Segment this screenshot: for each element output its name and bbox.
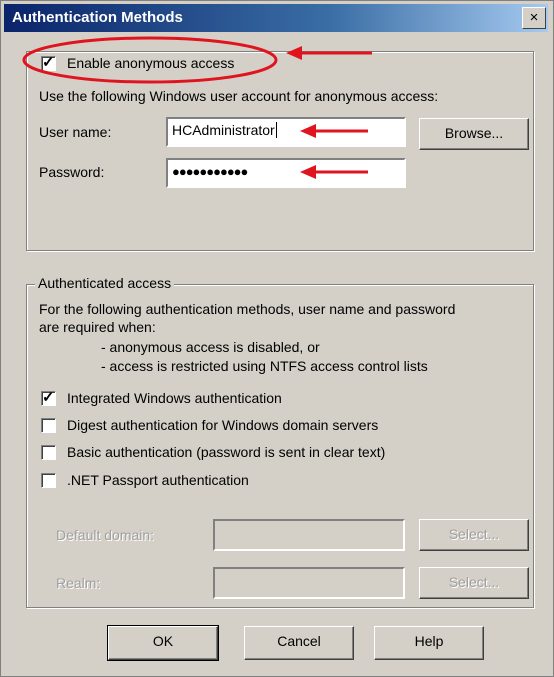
- default-domain-input: [213, 519, 405, 551]
- ok-button[interactable]: OK: [107, 625, 219, 661]
- basic-auth-checkbox[interactable]: [41, 445, 56, 460]
- anonymous-access-group: [26, 51, 534, 251]
- integrated-windows-auth-label: Integrated Windows authentication: [67, 390, 282, 406]
- password-value: ●●●●●●●●●●●: [172, 164, 248, 179]
- net-passport-auth-option[interactable]: .NET Passport authentication: [41, 471, 361, 491]
- realm-input: [213, 567, 405, 599]
- browse-button[interactable]: Browse...: [419, 118, 529, 150]
- authentication-methods-dialog: Authentication Methods × ✓ Enable anonym…: [0, 0, 554, 677]
- text-cursor: ​: [275, 122, 277, 138]
- select-button-label: Select...: [448, 574, 500, 590]
- password-label: Password:: [39, 164, 105, 180]
- browse-button-label: Browse...: [444, 125, 504, 141]
- authenticated-bullet-2: - access is restricted using NTFS access…: [101, 358, 428, 374]
- authenticated-bullet-1: - anonymous access is disabled, or: [101, 339, 320, 355]
- help-button[interactable]: Help: [374, 626, 484, 660]
- username-label: User name:: [39, 124, 112, 140]
- username-input[interactable]: HCAdministrator​: [166, 117, 406, 147]
- username-value: HCAdministrator: [172, 122, 275, 138]
- enable-anonymous-access[interactable]: ✓ Enable anonymous access: [39, 53, 234, 75]
- basic-auth-label: Basic authentication (password is sent i…: [67, 444, 386, 460]
- help-button-label: Help: [414, 633, 444, 649]
- cancel-button[interactable]: Cancel: [244, 626, 354, 660]
- net-passport-auth-checkbox[interactable]: [41, 473, 56, 488]
- authenticated-description-line1: For the following authentication methods…: [39, 301, 456, 317]
- authenticated-description-line2: are required when:: [39, 319, 156, 335]
- realm-select-button: Select...: [419, 567, 529, 599]
- basic-auth-option[interactable]: Basic authentication (password is sent i…: [41, 443, 461, 463]
- ok-button-label: OK: [152, 633, 174, 649]
- enable-anonymous-label: Enable anonymous access: [67, 55, 235, 71]
- close-button[interactable]: ×: [522, 7, 546, 29]
- realm-label: Realm:: [56, 575, 101, 591]
- enable-anonymous-checkbox[interactable]: ✓: [41, 54, 56, 71]
- default-domain-select-button: Select...: [419, 519, 529, 551]
- integrated-windows-auth-checkbox[interactable]: ✓: [41, 389, 56, 406]
- select-button-label: Select...: [448, 526, 500, 542]
- integrated-windows-auth-option[interactable]: ✓ Integrated Windows authentication: [41, 389, 361, 409]
- window-title: Authentication Methods: [12, 9, 183, 26]
- anonymous-description: Use the following Windows user account f…: [39, 88, 439, 104]
- authenticated-access-legend: Authenticated access: [35, 275, 175, 291]
- password-input[interactable]: ●●●●●●●●●●●: [166, 158, 406, 188]
- title-bar: Authentication Methods ×: [4, 4, 548, 32]
- digest-auth-label: Digest authentication for Windows domain…: [67, 417, 379, 433]
- net-passport-auth-label: .NET Passport authentication: [67, 472, 249, 488]
- checkmark-icon: ✓: [42, 389, 55, 406]
- cancel-button-label: Cancel: [277, 633, 321, 649]
- digest-auth-checkbox[interactable]: [41, 418, 56, 433]
- digest-auth-option[interactable]: Digest authentication for Windows domain…: [41, 416, 461, 436]
- checkmark-icon: ✓: [42, 54, 55, 71]
- default-domain-label: Default domain:: [56, 527, 155, 543]
